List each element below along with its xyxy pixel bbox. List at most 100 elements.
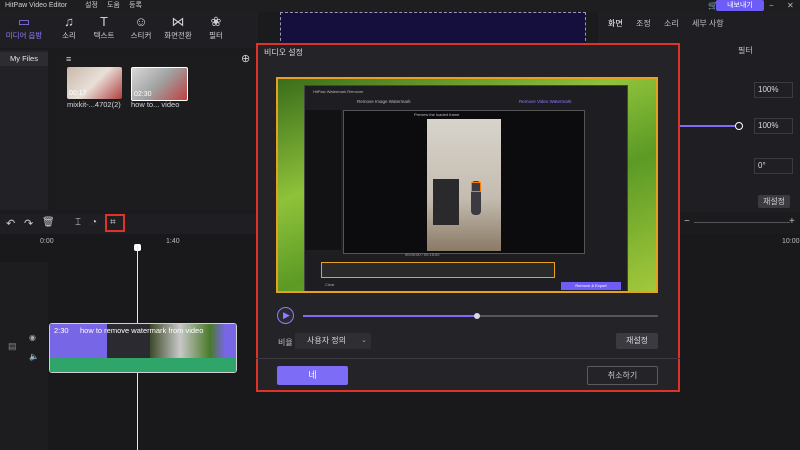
scale-slider-track[interactable]	[680, 125, 738, 127]
inner-app-title: HitPaw Watermark Remover	[313, 89, 364, 94]
filter-icon: ❀	[210, 14, 222, 29]
value-field-1[interactable]: 100%	[754, 82, 793, 98]
zoom-plus-icon[interactable]: +	[789, 216, 795, 227]
cart-icon[interactable]: 🛒	[708, 0, 718, 12]
timeline-clip[interactable]: 2:30 how to remove watermark from video	[49, 323, 237, 373]
preview-canvas[interactable]	[280, 12, 586, 46]
tool-audio[interactable]: ♫ 소리	[49, 14, 89, 41]
speed-icon[interactable]: ◔	[91, 217, 97, 228]
ratio-select[interactable]: 사용자 정의 ⌄	[295, 333, 371, 349]
text-icon: T	[100, 14, 108, 29]
eye-icon[interactable]: ◉	[29, 333, 36, 342]
tick-label: 10:00	[782, 238, 800, 245]
inner-tab-image: Remove Image Watermark	[357, 99, 411, 104]
media-duration: 00:17	[69, 90, 87, 97]
menu-register[interactable]: 등록	[129, 0, 142, 12]
inner-clear-button: Clear	[325, 282, 335, 287]
menu-settings[interactable]: 설정	[85, 0, 98, 12]
app-title: HitPaw Video Editor	[5, 2, 68, 9]
sticker-icon: ☺	[134, 14, 148, 29]
treadmill	[433, 179, 459, 225]
media-icon: ▭	[17, 14, 31, 29]
ratio-select-value: 사용자 정의	[307, 336, 347, 345]
close-icon[interactable]: ✕	[787, 0, 794, 12]
rotation-field[interactable]: 0°	[754, 158, 793, 174]
timeline-toolbar: ↶ ↷ 🗑 ⌶ ◔ ⌗	[0, 214, 260, 234]
filter-subtab[interactable]: 필터	[738, 45, 753, 56]
tab-audio[interactable]: 소리	[664, 18, 679, 29]
value-field-2[interactable]: 100%	[754, 118, 793, 134]
dialog-progress-knob[interactable]	[473, 313, 480, 319]
media-sidebar	[0, 50, 48, 210]
tool-text-label: 텍스트	[93, 31, 115, 40]
inner-preview-title: Preview the loaded frame	[414, 112, 460, 117]
tool-text[interactable]: T 텍스트	[84, 14, 124, 41]
split-icon[interactable]: ⌶	[75, 217, 81, 228]
inner-filmstrip	[321, 262, 555, 278]
clip-audio-waveform	[50, 358, 236, 372]
film-icon: ▤	[8, 341, 17, 351]
crop-icon: ⌗	[110, 217, 116, 228]
zoom-slider[interactable]	[694, 222, 790, 223]
dialog-progress-fill	[303, 315, 477, 317]
tool-media[interactable]: ▭ 미디어 읍방	[4, 14, 44, 41]
dialog-divider	[256, 358, 680, 359]
export-button[interactable]: 내보내기	[716, 0, 764, 11]
inner-video-frame	[427, 119, 501, 251]
tool-audio-label: 소리	[62, 31, 76, 40]
inner-time-readout: 00:00:00 / 00:15:00	[405, 252, 440, 257]
inner-export-button: Remove & Export	[561, 282, 621, 290]
tab-adjust[interactable]: 조정	[636, 18, 651, 29]
media-thumb-2[interactable]: 02:30	[131, 67, 188, 101]
inner-left-panel	[305, 110, 341, 250]
inner-tab-video: Remove Video Watermark	[519, 99, 572, 104]
tool-sticker[interactable]: ☺ 스티커	[121, 14, 161, 41]
dialog-play-button[interactable]: ▶	[277, 307, 294, 324]
inner-app-window: HitPaw Watermark Remover Remove Image Wa…	[304, 85, 628, 291]
dialog-progress-track[interactable]	[303, 315, 658, 317]
my-files-tab[interactable]: My Files	[0, 52, 48, 66]
tool-transition[interactable]: ⋈ 화면전환	[158, 14, 198, 41]
menu-help[interactable]: 도움	[107, 0, 120, 12]
tick-label: 0:00	[40, 238, 54, 245]
tool-media-label: 미디어 읍방	[5, 31, 43, 40]
cancel-button[interactable]: 취소하기	[587, 366, 658, 385]
main-toolbar: ▭ 미디어 읍방 ♫ 소리 T 텍스트 ☺ 스티커 ⋈ 화면전환 ❀ 필터	[0, 12, 258, 48]
panel-reset-button[interactable]: 재설정	[758, 195, 790, 208]
zoom-minus-icon[interactable]: −	[684, 216, 690, 227]
scale-slider-thumb[interactable]	[735, 122, 743, 130]
ok-button[interactable]: 네	[277, 366, 348, 385]
music-icon: ♫	[64, 14, 74, 29]
title-bar: HitPaw Video Editor 설정 도움 등록	[0, 0, 800, 12]
undo-icon[interactable]: ↶	[6, 217, 15, 230]
media-thumb-1[interactable]: 00:17	[67, 67, 122, 99]
media-name-2: how to... video	[131, 100, 180, 109]
selection-marker	[471, 182, 481, 192]
play-icon: ▶	[283, 310, 290, 320]
clip-duration: 2:30	[54, 326, 69, 335]
chevron-down-icon: ⌄	[361, 337, 367, 344]
tab-screen[interactable]: 화면	[608, 18, 623, 29]
delete-icon[interactable]: 🗑	[42, 217, 55, 228]
media-name-1: mixkit-...4702(2)	[67, 100, 121, 109]
tool-filter[interactable]: ❀ 필터	[196, 14, 236, 41]
sort-icon[interactable]: ≡	[66, 54, 71, 64]
tool-transition-label: 화면전환	[164, 31, 192, 40]
track-header-column	[0, 262, 48, 450]
dialog-reset-button[interactable]: 재설정	[616, 333, 658, 349]
transition-icon: ⋈	[171, 14, 185, 29]
tab-details[interactable]: 세부 사항	[692, 18, 724, 29]
inner-preview-window: Preview the loaded frame	[343, 110, 585, 254]
speaker-icon[interactable]: 🔈	[29, 352, 39, 361]
clip-title: how to remove watermark from video	[80, 326, 204, 335]
ratio-label: 비율	[278, 338, 293, 347]
add-media-icon[interactable]: ⊕	[241, 52, 250, 65]
tool-filter-label: 필터	[209, 31, 223, 40]
crop-button[interactable]: ⌗	[105, 214, 125, 232]
tick-label: 1:40	[166, 238, 180, 245]
tool-sticker-label: 스티커	[130, 31, 152, 40]
dialog-video-preview[interactable]: HitPaw Watermark Remover Remove Image Wa…	[276, 77, 658, 293]
redo-icon[interactable]: ↷	[24, 217, 33, 230]
minimize-icon[interactable]: −	[769, 0, 774, 12]
dialog-title: 비디오 설정	[264, 48, 304, 57]
